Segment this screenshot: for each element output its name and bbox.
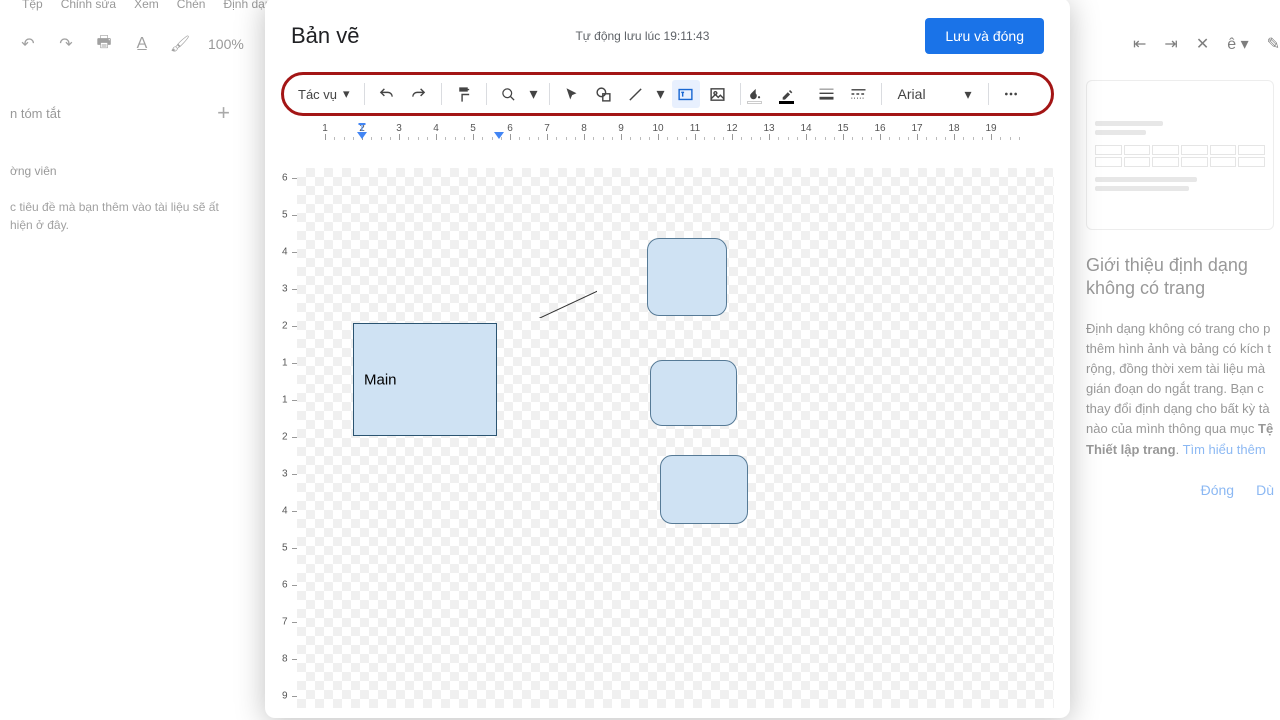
undo-button[interactable]: [373, 80, 401, 108]
drawing-toolbar: Tác vụ▾ ▾ ▾ Arial▾: [292, 78, 1043, 110]
right-indent-marker: [494, 132, 504, 139]
main-toolbar-right: ⇤ ⇥ ✕ ê ▾ ✎: [1133, 24, 1280, 64]
shape-child-1[interactable]: [647, 238, 727, 316]
paint-format-icon: 🖌: [170, 34, 190, 54]
font-selector[interactable]: Arial▾: [890, 86, 980, 103]
redo-icon: ↷: [56, 34, 76, 54]
shape-child-2[interactable]: [650, 360, 737, 426]
panel-title: Giới thiệu định dạng không có trang: [1086, 254, 1274, 301]
summary-label: n tóm tắt: [10, 106, 61, 121]
print-icon: 🖶: [94, 34, 114, 54]
select-tool[interactable]: [558, 80, 586, 108]
outline-label: ờng viên: [10, 164, 230, 178]
editing-mode-icon: ✎: [1267, 34, 1280, 54]
info-panel: Giới thiệu định dạng không có trang Định…: [1078, 70, 1280, 508]
drawing-dialog: Bản vẽ Tự động lưu lúc 19:11:43 Lưu và đ…: [265, 0, 1070, 718]
zoom-level: 100%: [208, 36, 244, 52]
dialog-title: Bản vẽ: [291, 23, 360, 49]
shape-tool[interactable]: [590, 80, 618, 108]
undo-icon: ↶: [18, 34, 38, 54]
line-dropdown[interactable]: ▾: [654, 80, 668, 108]
spellcheck-icon: A̲: [132, 34, 152, 54]
actions-dropdown[interactable]: Tác vụ▾: [292, 86, 356, 102]
border-weight-button[interactable]: [813, 80, 841, 108]
image-tool[interactable]: [704, 80, 732, 108]
line-tool[interactable]: [622, 80, 650, 108]
preview-card: [1086, 80, 1274, 230]
plus-icon: +: [217, 100, 230, 126]
zoom-button[interactable]: [495, 80, 523, 108]
fill-color-button[interactable]: [749, 80, 777, 108]
redo-button[interactable]: [405, 80, 433, 108]
outline-empty-text: c tiêu đề mà bạn thêm vào tài liệu sẽ ất…: [10, 198, 230, 234]
toolbar-highlight: Tác vụ▾ ▾ ▾ Arial▾: [281, 72, 1054, 116]
try-link: Dù: [1256, 482, 1274, 498]
panel-body: Định dạng không có trang cho p thêm hình…: [1086, 319, 1274, 460]
horizontal-ruler: 12345678910111213141516171819: [297, 122, 1054, 140]
save-and-close-button[interactable]: Lưu và đóng: [925, 18, 1044, 54]
border-color-button[interactable]: [781, 80, 809, 108]
shape-main-label: Main: [364, 371, 397, 388]
border-dash-button[interactable]: [845, 80, 873, 108]
close-link: Đóng: [1201, 482, 1234, 498]
input-tools-icon: ê ▾: [1227, 34, 1248, 54]
first-line-indent-marker: [359, 123, 366, 131]
textbox-tool[interactable]: [672, 80, 700, 108]
vertical-ruler: 654321123456789: [281, 168, 297, 708]
left-indent-marker: [357, 132, 367, 139]
shape-main-box[interactable]: Main: [353, 323, 497, 436]
zoom-dropdown[interactable]: ▾: [527, 80, 541, 108]
clear-format-icon: ✕: [1196, 34, 1209, 54]
shape-child-3[interactable]: [660, 455, 748, 524]
indent-increase-icon: ⇥: [1164, 34, 1177, 54]
more-button[interactable]: [997, 80, 1025, 108]
connector-lines: [297, 168, 597, 318]
autosave-status: Tự động lưu lúc 19:11:43: [575, 29, 709, 43]
drawing-canvas[interactable]: Main: [297, 168, 1054, 708]
paint-format-button[interactable]: [450, 80, 478, 108]
indent-decrease-icon: ⇤: [1133, 34, 1146, 54]
outline-panel: n tóm tắt + ờng viên c tiêu đề mà bạn thê…: [0, 70, 240, 244]
